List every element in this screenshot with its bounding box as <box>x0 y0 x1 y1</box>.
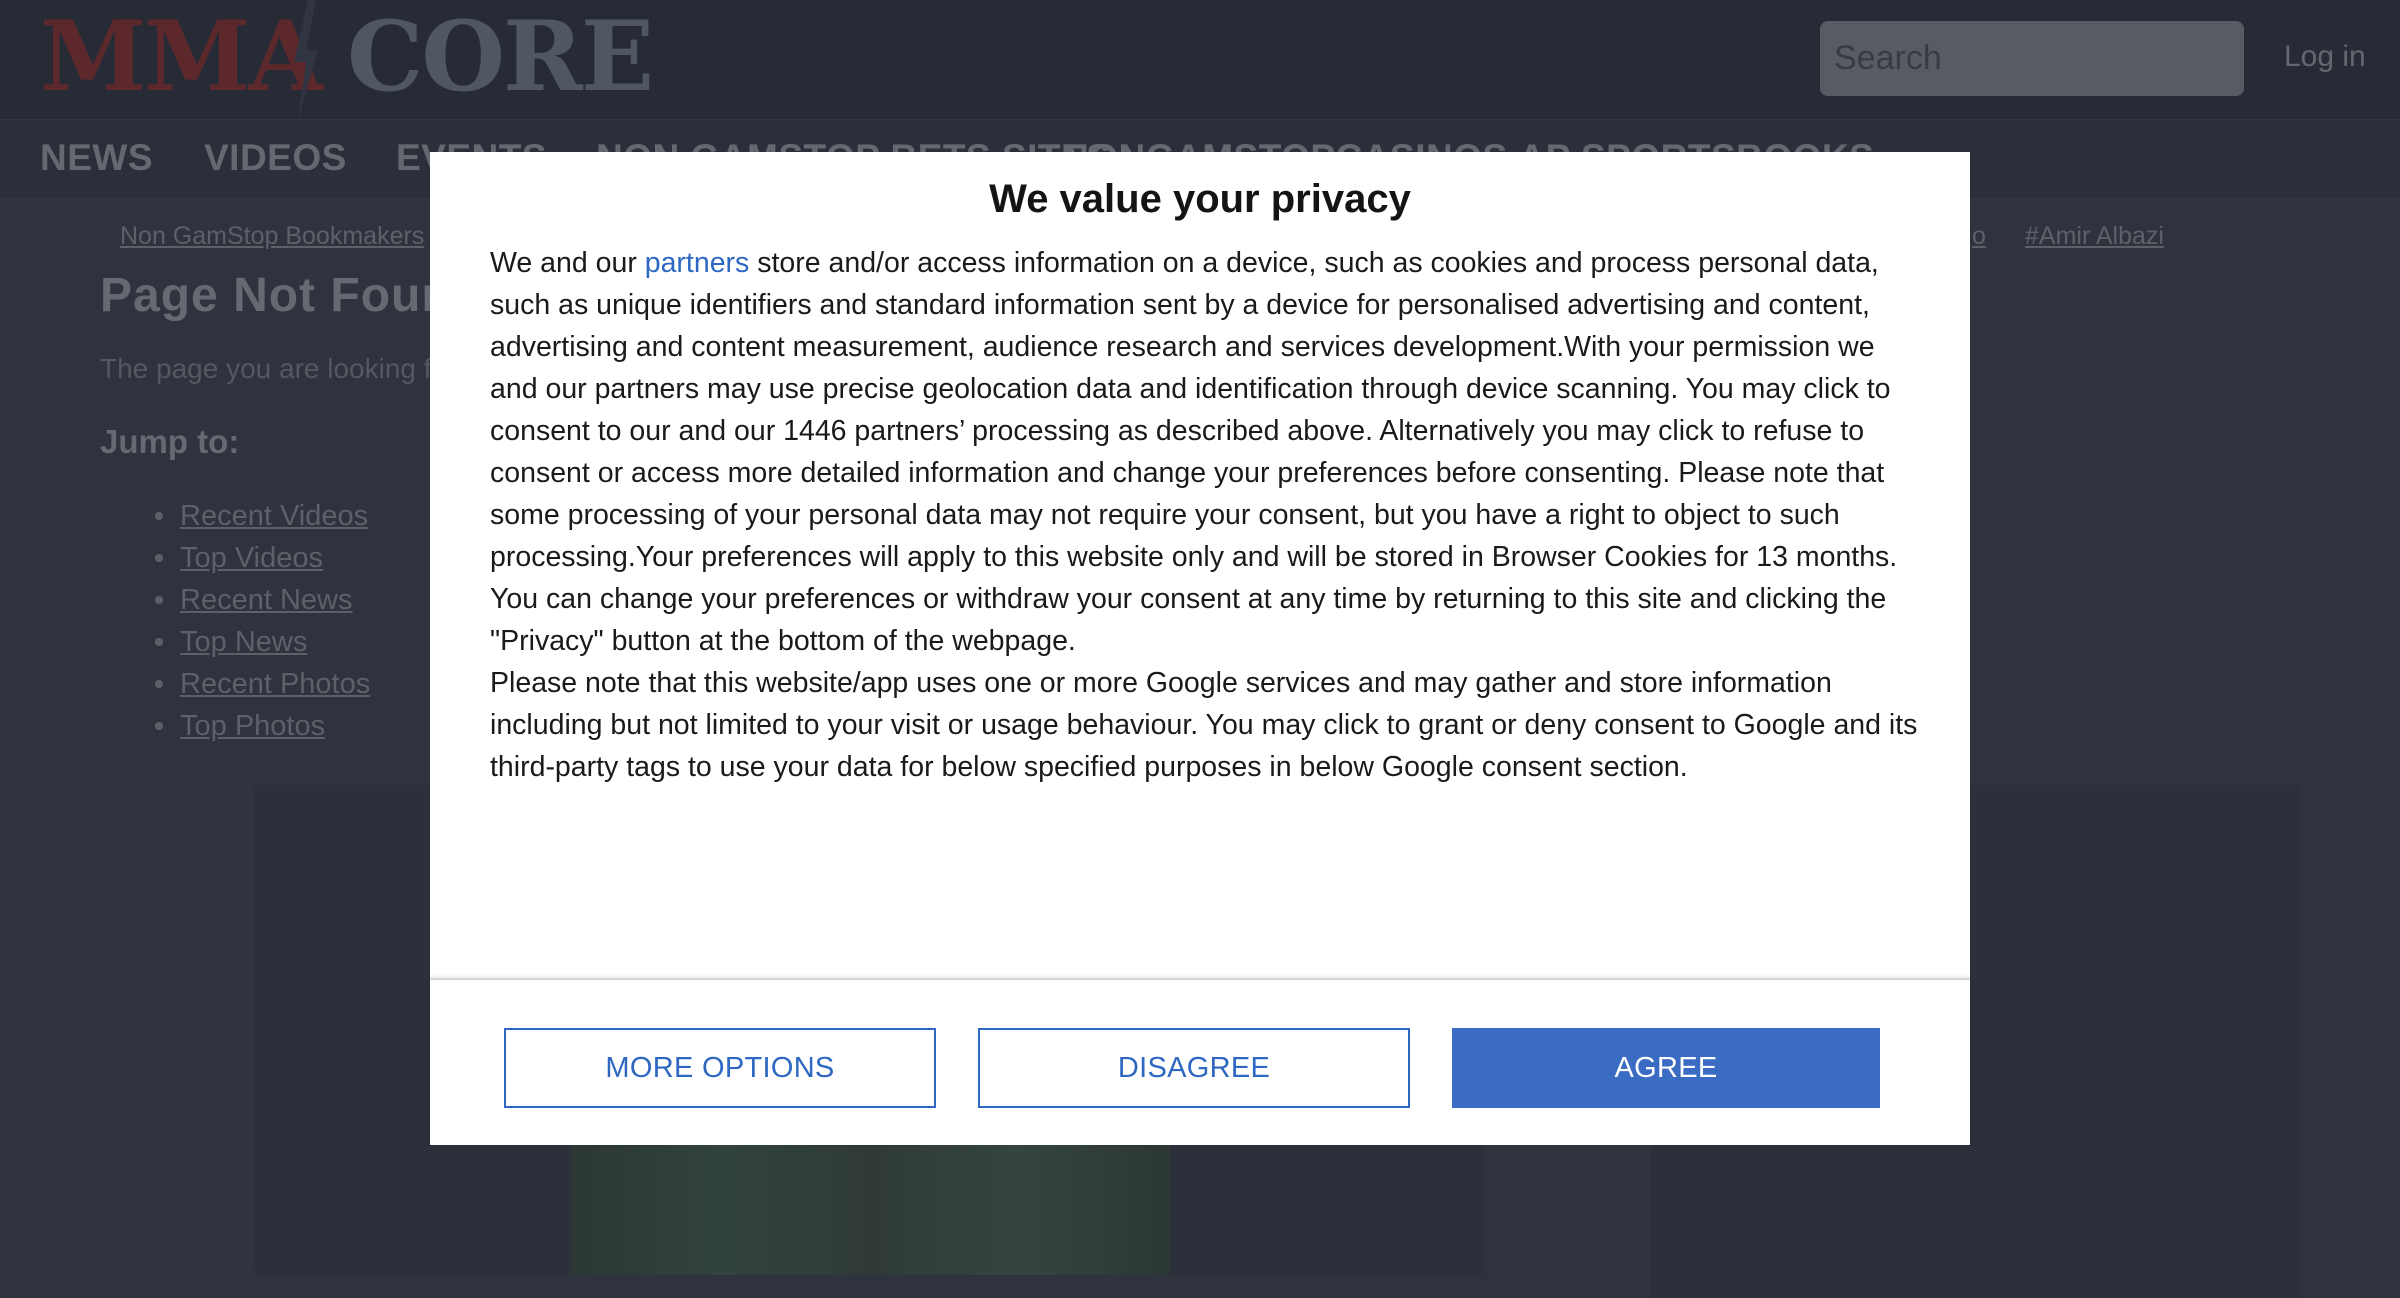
partners-link[interactable]: partners <box>645 247 750 279</box>
more-options-button[interactable]: MORE OPTIONS <box>504 1028 936 1108</box>
dialog-title: We value your privacy <box>989 177 1411 221</box>
consent-paragraph-1: We and our partners store and/or access … <box>490 242 1920 662</box>
privacy-consent-dialog: We value your privacy We and our partner… <box>430 152 1970 1145</box>
consent-intro-text: We and our <box>490 247 645 279</box>
consent-paragraph-2: Please note that this website/app uses o… <box>490 667 1918 783</box>
agree-button[interactable]: AGREE <box>1452 1028 1880 1108</box>
dialog-footer: MORE OPTIONS DISAGREE AGREE <box>430 978 1970 1145</box>
dialog-body: We and our partners store and/or access … <box>490 242 1920 788</box>
consent-paragraph-1-text: store and/or access information on a dev… <box>490 247 1898 657</box>
disagree-button[interactable]: DISAGREE <box>978 1028 1410 1108</box>
